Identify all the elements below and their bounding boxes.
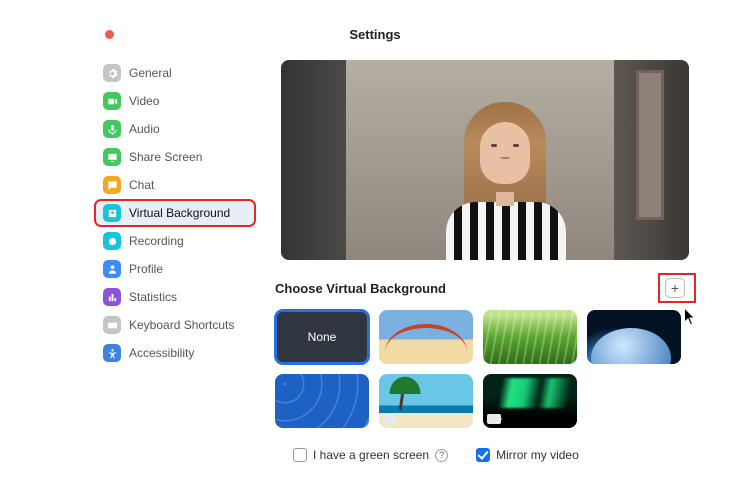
- window-title: Settings: [0, 27, 750, 42]
- bg-thumb-space[interactable]: [587, 310, 681, 364]
- gear-icon: [103, 64, 121, 82]
- checkbox-label: I have a green screen: [313, 448, 429, 462]
- virtual-background-icon: [103, 204, 121, 222]
- checkbox-icon: [293, 448, 307, 462]
- sidebar-item-label: Video: [129, 94, 159, 108]
- sidebar-item-label: General: [129, 66, 172, 80]
- video-badge-icon: [383, 414, 397, 424]
- sidebar-item-label: Profile: [129, 262, 163, 276]
- bg-thumb-none[interactable]: None: [275, 310, 369, 364]
- audio-icon: [103, 120, 121, 138]
- settings-sidebar: General Video Audio Share Screen Chat Vi…: [95, 60, 255, 368]
- bg-thumb-grass[interactable]: [483, 310, 577, 364]
- mirror-video-checkbox[interactable]: Mirror my video: [476, 448, 579, 462]
- recording-icon: [103, 232, 121, 250]
- sidebar-item-label: Recording: [129, 234, 184, 248]
- sidebar-item-general[interactable]: General: [95, 60, 255, 86]
- sidebar-item-label: Chat: [129, 178, 154, 192]
- statistics-icon: [103, 288, 121, 306]
- sidebar-item-video[interactable]: Video: [95, 88, 255, 114]
- sidebar-item-label: Accessibility: [129, 346, 194, 360]
- sidebar-item-accessibility[interactable]: Accessibility: [95, 340, 255, 366]
- sidebar-item-label: Virtual Background: [129, 206, 230, 220]
- background-thumbnails: None: [275, 310, 695, 428]
- add-background-highlight: +: [659, 274, 695, 302]
- main-panel: Choose Virtual Background + None: [275, 60, 695, 462]
- sidebar-item-label: Audio: [129, 122, 160, 136]
- bg-thumb-aurora[interactable]: [483, 374, 577, 428]
- profile-icon: [103, 260, 121, 278]
- sidebar-item-keyboard-shortcuts[interactable]: Keyboard Shortcuts: [95, 312, 255, 338]
- add-background-button[interactable]: +: [665, 278, 685, 298]
- chat-icon: [103, 176, 121, 194]
- keyboard-icon: [103, 316, 121, 334]
- bg-thumb-label: None: [308, 330, 337, 344]
- video-icon: [103, 92, 121, 110]
- sidebar-item-label: Share Screen: [129, 150, 202, 164]
- checkbox-icon: [476, 448, 490, 462]
- share-screen-icon: [103, 148, 121, 166]
- help-icon[interactable]: ?: [435, 449, 448, 462]
- video-preview: [281, 60, 689, 260]
- checkbox-label: Mirror my video: [496, 448, 579, 462]
- sidebar-item-virtual-background[interactable]: Virtual Background: [95, 200, 255, 226]
- sidebar-item-statistics[interactable]: Statistics: [95, 284, 255, 310]
- sidebar-item-profile[interactable]: Profile: [95, 256, 255, 282]
- accessibility-icon: [103, 344, 121, 362]
- plus-icon: +: [671, 281, 679, 295]
- sidebar-item-label: Statistics: [129, 290, 177, 304]
- bg-thumb-bridge[interactable]: [379, 310, 473, 364]
- bg-thumb-beach[interactable]: [379, 374, 473, 428]
- sidebar-item-recording[interactable]: Recording: [95, 228, 255, 254]
- sidebar-item-share-screen[interactable]: Share Screen: [95, 144, 255, 170]
- green-screen-checkbox[interactable]: I have a green screen ?: [293, 448, 448, 462]
- video-badge-icon: [487, 414, 501, 424]
- sidebar-item-chat[interactable]: Chat: [95, 172, 255, 198]
- section-title: Choose Virtual Background: [275, 281, 446, 296]
- sidebar-item-label: Keyboard Shortcuts: [129, 318, 234, 332]
- sidebar-item-audio[interactable]: Audio: [95, 116, 255, 142]
- bg-thumb-pattern[interactable]: [275, 374, 369, 428]
